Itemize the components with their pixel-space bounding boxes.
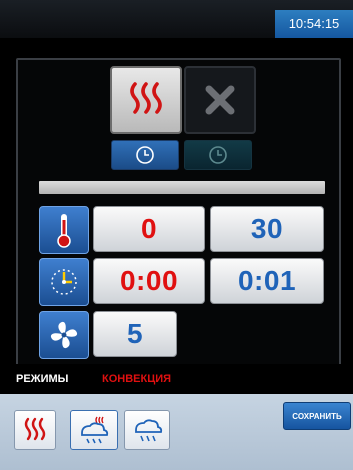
timer-on-button[interactable] (111, 140, 179, 170)
timer-icon (51, 269, 77, 295)
current-mode-label: КОНВЕКЦИЯ (102, 373, 172, 385)
progress-bar (39, 181, 325, 194)
convection-steam-button[interactable] (70, 410, 118, 450)
close-icon (205, 85, 235, 115)
fan-steam-icon (135, 419, 163, 442)
temperature-current-value: 0 (93, 206, 205, 252)
thermometer-icon (57, 214, 71, 248)
heat-mode-button[interactable] (110, 66, 182, 134)
modes-bar: РЕЖИМЫ КОНВЕКЦИЯ (0, 364, 353, 394)
temperature-target-field[interactable]: 30 (210, 206, 324, 252)
fan-icon (50, 321, 78, 349)
heat-waves-icon (130, 82, 162, 114)
save-button[interactable]: СОХРАНИТЬ (283, 402, 351, 430)
time-current-value: 0:00 (93, 258, 205, 304)
fan-button[interactable] (39, 311, 89, 359)
clock-display: 10:54:15 (275, 10, 353, 38)
steam-fan-icon (81, 416, 109, 444)
bottom-toolbar: СОХРАНИТЬ (0, 394, 353, 470)
clock-icon (209, 146, 227, 164)
time-button[interactable] (39, 258, 89, 306)
temperature-button[interactable] (39, 206, 89, 254)
cancel-mode-button[interactable] (184, 66, 256, 134)
modes-label: РЕЖИМЫ (16, 373, 69, 385)
top-bar: 10:54:15 (0, 0, 353, 38)
heat-waves-icon (24, 417, 46, 441)
heat-mode-select-button[interactable] (14, 410, 56, 450)
fan-speed-field[interactable]: 5 (93, 311, 177, 357)
steam-mode-button[interactable] (124, 410, 170, 450)
clock-icon (136, 146, 154, 164)
timer-off-button[interactable] (184, 140, 252, 170)
time-target-field[interactable]: 0:01 (210, 258, 324, 304)
